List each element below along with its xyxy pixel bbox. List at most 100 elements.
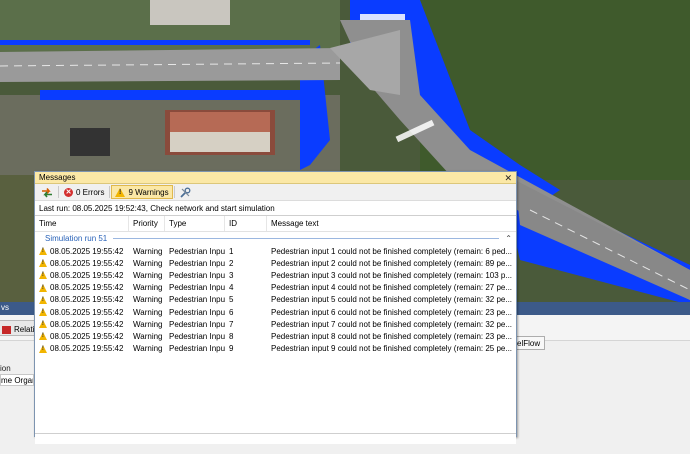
column-header-id[interactable]: ID (225, 216, 267, 231)
cell-priority: Warning (133, 319, 163, 329)
cell-id: 2 (229, 258, 234, 268)
cell-message-text: Pedestrian input 7 could not be finished… (271, 319, 513, 329)
cell-time: 08.05.2025 19:55:42 (35, 295, 129, 304)
column-header-message-text[interactable]: Message text (267, 216, 516, 231)
cell-message-text: Pedestrian input 6 could not be finished… (271, 307, 513, 317)
warning-icon (39, 259, 47, 268)
cell-type: Pedestrian Input (169, 283, 225, 293)
errors-filter-button[interactable]: ✕ 0 Errors (60, 185, 108, 199)
warning-icon (39, 247, 47, 256)
cell-id: 4 (229, 283, 234, 293)
cell-id: 1 (229, 246, 234, 256)
column-header-type[interactable]: Type (165, 216, 225, 231)
toolbar-separator (173, 186, 175, 198)
warnings-filter-button[interactable]: 9 Warnings (111, 185, 173, 199)
table-row[interactable]: 08.05.2025 19:55:42 Warning Pedestrian Inp… (35, 318, 516, 330)
column-header-priority[interactable]: Priority (129, 216, 165, 231)
cell-id: 6 (229, 307, 234, 317)
tools-icon (179, 187, 191, 198)
cell-time-text: 08.05.2025 19:55:42 (50, 270, 124, 280)
messages-window: Messages ✕ ✕ 0 Errors 9 Warnings (34, 171, 517, 444)
group-label: Simulation run 51 (45, 234, 108, 243)
table-row[interactable]: 08.05.2025 19:55:42 Warning Pedestrian Inp… (35, 282, 516, 294)
table-row[interactable]: 08.05.2025 19:55:42 Warning Pedestrian Inp… (35, 294, 516, 306)
table-row[interactable]: 08.05.2025 19:55:42 Warning Pedestrian Inp… (35, 330, 516, 342)
warning-icon (39, 308, 47, 317)
table-row[interactable]: 08.05.2025 19:55:42 Warning Pedestrian Inp… (35, 269, 516, 281)
cell-id: 8 (229, 331, 234, 341)
toolbar-separator (58, 186, 59, 198)
background-column-header: me Organi (0, 374, 34, 386)
close-icon[interactable]: ✕ (504, 173, 512, 183)
background-label: ion (0, 364, 11, 373)
background-tab-label: Relati (14, 325, 35, 334)
sync-arrows-icon (42, 187, 52, 197)
cell-message-text: Pedestrian input 1 could not be finished… (271, 246, 513, 256)
cell-time: 08.05.2025 19:55:42 (35, 344, 129, 353)
relative-icon (2, 325, 11, 334)
background-app-title: vs (1, 303, 9, 312)
column-header-time[interactable]: Time (35, 216, 129, 231)
messages-toolbar: ✕ 0 Errors 9 Warnings (35, 184, 516, 201)
cell-message-text: Pedestrian input 4 could not be finished… (271, 283, 513, 293)
cell-time-text: 08.05.2025 19:55:42 (50, 258, 124, 268)
table-header: Time Priority Type ID Message text (35, 216, 516, 232)
warning-icon (39, 320, 47, 329)
settings-button[interactable] (176, 185, 195, 199)
cell-priority: Warning (133, 295, 163, 305)
warnings-count: 9 Warnings (128, 187, 169, 197)
cell-type: Pedestrian Input (169, 295, 225, 305)
cell-id: 5 (229, 295, 234, 305)
cell-message-text: Pedestrian input 8 could not be finished… (271, 331, 513, 341)
chevron-up-icon[interactable]: ⌃ (505, 234, 512, 243)
cell-time-text: 08.05.2025 19:55:42 (50, 319, 124, 329)
cell-priority: Warning (133, 344, 163, 354)
messages-table: Time Priority Type ID Message text Simul… (35, 216, 516, 434)
cell-time-text: 08.05.2025 19:55:42 (50, 344, 124, 354)
cell-priority: Warning (133, 270, 163, 280)
warning-icon (39, 332, 47, 341)
cell-time-text: 08.05.2025 19:55:42 (50, 246, 124, 256)
table-row[interactable]: 08.05.2025 19:55:42 Warning Pedestrian Inp… (35, 306, 516, 318)
cell-type: Pedestrian Input (169, 331, 225, 341)
last-run-status: Last run: 08.05.2025 19:52:43, Check net… (35, 201, 516, 216)
cell-type: Pedestrian Input (169, 270, 225, 280)
messages-titlebar: Messages ✕ (35, 172, 516, 184)
cell-time: 08.05.2025 19:55:42 (35, 259, 129, 268)
group-header-simulation-run[interactable]: Simulation run 51 ⌃ (35, 232, 516, 245)
cell-time-text: 08.05.2025 19:55:42 (50, 307, 124, 317)
cell-type: Pedestrian Input (169, 246, 225, 256)
background-flow-button[interactable]: elFlow (513, 336, 545, 350)
cell-type: Pedestrian Input (169, 258, 225, 268)
cell-type: Pedestrian Input (169, 307, 225, 317)
sync-button[interactable] (37, 185, 57, 199)
table-row[interactable]: 08.05.2025 19:55:42 Warning Pedestrian Inp… (35, 343, 516, 355)
cell-time: 08.05.2025 19:55:42 (35, 332, 129, 341)
cell-priority: Warning (133, 307, 163, 317)
cell-time-text: 08.05.2025 19:55:42 (50, 295, 124, 305)
messages-title: Messages (39, 173, 76, 182)
cell-priority: Warning (133, 246, 163, 256)
cell-priority: Warning (133, 283, 163, 293)
table-row[interactable]: 08.05.2025 19:55:42 Warning Pedestrian Inp… (35, 245, 516, 257)
cell-priority: Warning (133, 331, 163, 341)
group-divider (113, 238, 500, 239)
cell-type: Pedestrian Input (169, 344, 225, 354)
warning-icon (115, 187, 126, 197)
table-row[interactable]: 08.05.2025 19:55:42 Warning Pedestrian Inp… (35, 257, 516, 269)
warning-icon (39, 295, 47, 304)
cell-message-text: Pedestrian input 3 could not be finished… (271, 270, 513, 280)
cell-priority: Warning (133, 258, 163, 268)
cell-time-text: 08.05.2025 19:55:42 (50, 283, 124, 293)
cell-id: 3 (229, 270, 234, 280)
warning-icon (39, 283, 47, 292)
cell-time: 08.05.2025 19:55:42 (35, 271, 129, 280)
errors-count: 0 Errors (76, 187, 105, 197)
cell-id: 9 (229, 344, 234, 354)
cell-time: 08.05.2025 19:55:42 (35, 308, 129, 317)
cell-time: 08.05.2025 19:55:42 (35, 247, 129, 256)
message-rows: 08.05.2025 19:55:42 Warning Pedestrian Inp… (35, 245, 516, 355)
cell-message-text: Pedestrian input 5 could not be finished… (271, 295, 513, 305)
background-relative-tab[interactable]: Relati (0, 320, 38, 336)
cell-message-text: Pedestrian input 9 could not be finished… (271, 344, 513, 354)
